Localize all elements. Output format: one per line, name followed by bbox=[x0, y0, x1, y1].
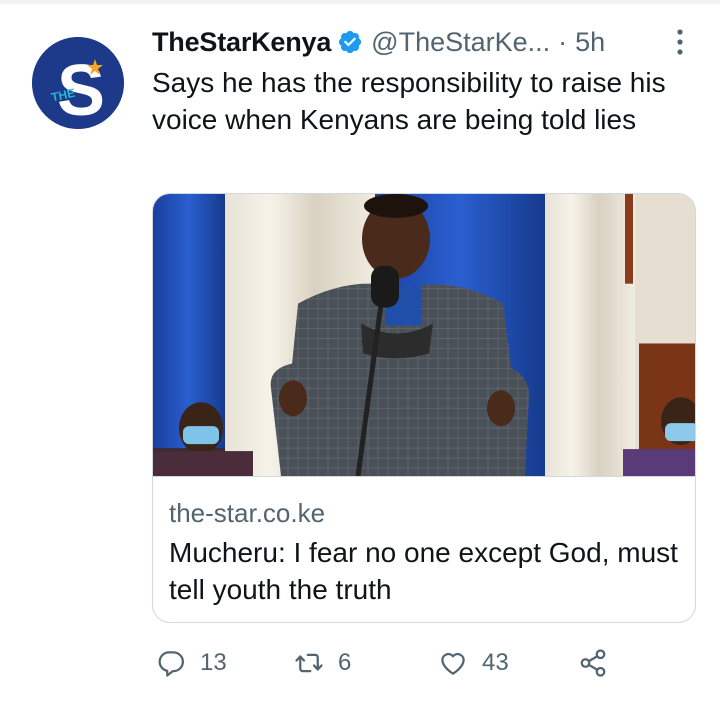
more-vertical-icon[interactable] bbox=[672, 27, 688, 57]
user-handle[interactable]: @TheStarKe... bbox=[371, 27, 550, 58]
retweet-count: 6 bbox=[338, 649, 352, 676]
share-icon bbox=[580, 649, 606, 677]
verified-badge-icon bbox=[339, 30, 362, 54]
timestamp[interactable]: 5h bbox=[575, 27, 605, 58]
action-bar: 13 6 43 bbox=[156, 645, 696, 681]
card-domain: the-star.co.ke bbox=[169, 498, 326, 528]
reply-icon bbox=[158, 651, 184, 677]
separator-dot: · bbox=[558, 26, 568, 57]
display-name[interactable]: TheStarKenya bbox=[152, 27, 331, 58]
retweet-icon bbox=[295, 653, 323, 673]
retweet-button[interactable]: 6 bbox=[294, 645, 351, 681]
tweet-header: TheStarKenya @TheStarKe... · 5h bbox=[152, 24, 605, 60]
avatar[interactable]: S THE bbox=[32, 37, 124, 129]
like-button[interactable]: 43 bbox=[438, 645, 509, 681]
article-image bbox=[153, 194, 695, 477]
heart-icon bbox=[441, 652, 465, 675]
the-star-logo-icon: S THE bbox=[32, 37, 124, 129]
tweet-text: Says he has the responsibility to raise … bbox=[152, 67, 666, 135]
card-title: Mucheru: I fear no one except God, must … bbox=[169, 537, 678, 605]
share-button[interactable] bbox=[578, 645, 608, 681]
reply-count: 13 bbox=[200, 649, 227, 676]
link-card[interactable]: the-star.co.ke Mucheru: I fear no one ex… bbox=[152, 193, 696, 623]
top-divider bbox=[0, 0, 720, 4]
like-count: 43 bbox=[482, 649, 509, 676]
reply-button[interactable]: 13 bbox=[156, 645, 227, 681]
